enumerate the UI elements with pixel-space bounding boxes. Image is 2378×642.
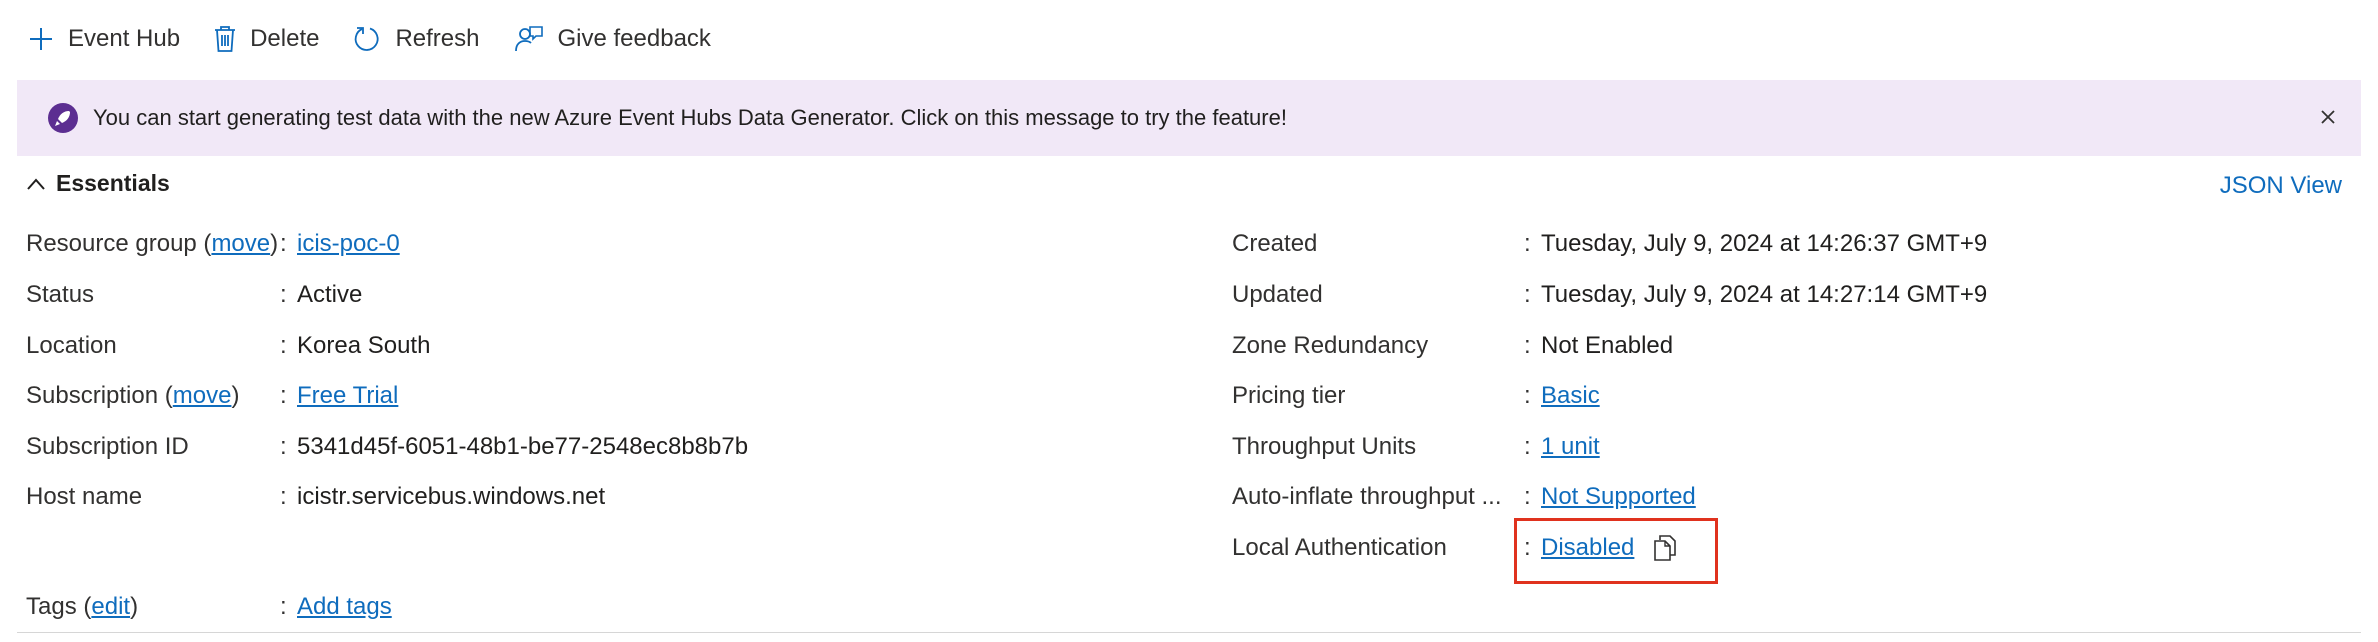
give-feedback-button[interactable]: Give feedback [514,25,711,53]
zone-redundancy-value: Not Enabled [1541,332,1674,359]
updated-row: Updated : Tuesday, July 9, 2024 at 14:27… [1232,281,1988,308]
tags-row: Tags (edit) : Add tags [26,593,392,621]
throughput-units-row: Throughput Units : 1 unit [1232,433,1600,461]
pricing-tier-row: Pricing tier : Basic [1232,382,1600,410]
auto-inflate-label: Auto-inflate throughput ... [1232,483,1502,510]
refresh-label: Refresh [395,25,480,52]
json-view-link[interactable]: JSON View [2220,172,2342,200]
zone-redundancy-row: Zone Redundancy : Not Enabled [1232,332,1674,359]
delete-button[interactable]: Delete [214,25,319,53]
pricing-tier-value[interactable]: Basic [1541,382,1600,410]
chevron-up-icon [27,177,45,190]
banner-message: You can start generating test data with … [93,105,1287,130]
tags-edit-link[interactable]: edit [91,593,130,620]
created-value: Tuesday, July 9, 2024 at 14:26:37 GMT+9 [1541,230,1988,257]
updated-value: Tuesday, July 9, 2024 at 14:27:14 GMT+9 [1541,281,1988,308]
throughput-units-label: Throughput Units [1232,433,1417,460]
command-bar: Event Hub Delete Refresh Give feedback [28,18,745,60]
close-icon[interactable] [2315,104,2341,130]
auto-inflate-row: Auto-inflate throughput ... : Not Suppor… [1232,483,1696,511]
local-authentication-label: Local Authentication [1232,534,1447,561]
delete-label: Delete [250,25,320,52]
rocket-icon [47,102,79,134]
add-event-hub-label: Event Hub [68,25,181,52]
essentials-toggle[interactable]: Essentials [26,170,170,197]
essentials-title: Essentials [56,170,170,196]
local-authentication-row: Local Authentication : Disabled [0,530,2378,566]
give-feedback-label: Give feedback [557,25,711,52]
refresh-button[interactable]: Refresh [353,25,480,53]
zone-redundancy-label: Zone Redundancy [1232,332,1429,359]
data-generator-banner[interactable]: You can start generating test data with … [17,80,2361,156]
created-row: Created : Tuesday, July 9, 2024 at 14:26… [1232,230,1988,257]
divider [17,632,2361,633]
feedback-icon [514,26,543,52]
refresh-icon [355,27,379,51]
add-event-hub-button[interactable]: Event Hub [28,25,180,53]
auto-inflate-value[interactable]: Not Supported [1541,483,1696,511]
trash-icon [215,26,236,52]
created-label: Created [1232,230,1318,257]
tags-label: Tags (edit) [26,593,139,620]
updated-label: Updated [1232,281,1323,308]
highlight-box [1514,518,1718,584]
throughput-units-value[interactable]: 1 unit [1541,433,1600,461]
add-tags-link[interactable]: Add tags [297,593,392,621]
pricing-tier-label: Pricing tier [1232,382,1346,409]
plus-icon [30,28,52,50]
